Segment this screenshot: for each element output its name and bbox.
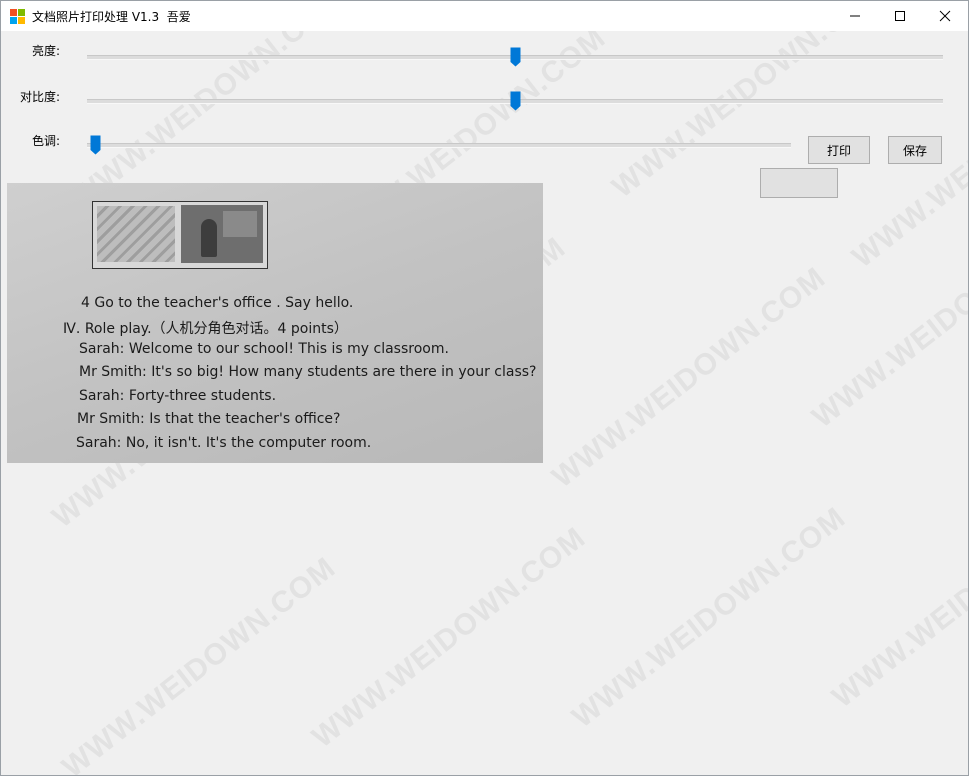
watermark-text: WWW.WEIDOWN.COM — [826, 480, 969, 715]
hue-slider-thumb[interactable] — [90, 135, 101, 155]
document-photo: 4 Go to the teacher's office . Say hello… — [7, 183, 543, 463]
hue-slider-track[interactable] — [87, 143, 791, 148]
photo-text-line: Sarah: Forty-three students. — [79, 388, 277, 404]
minimize-button[interactable] — [832, 1, 878, 31]
brightness-slider-thumb[interactable] — [510, 47, 521, 67]
classroom-illustration — [97, 206, 175, 262]
photo-illustration-frame — [92, 201, 268, 269]
photo-text-line: 4 Go to the teacher's office . Say hello… — [81, 295, 354, 311]
teacher-illustration — [181, 205, 263, 263]
brightness-label: 亮度: — [32, 44, 61, 58]
contrast-slider-thumb[interactable] — [510, 91, 521, 111]
window-title: 文档照片打印处理 V1.3 吾爱 — [32, 10, 191, 24]
watermark-text: WWW.WEIDOWN.COM — [56, 550, 342, 776]
windows-logo-icon — [10, 9, 25, 24]
watermark-text: WWW.WEIDOWN.COM — [306, 520, 592, 755]
minimize-icon — [850, 15, 860, 17]
photo-text-line: Sarah: Welcome to our school! This is my… — [79, 341, 449, 357]
maximize-icon — [895, 11, 905, 21]
save-button[interactable]: 保存 — [888, 136, 942, 164]
watermark-text: WWW.WEIDOWN.COM — [566, 500, 852, 735]
photo-text-line: Mr Smith: Is that the teacher's office? — [77, 411, 341, 427]
close-icon — [939, 10, 951, 22]
title-bar[interactable]: 文档照片打印处理 V1.3 吾爱 — [1, 1, 968, 31]
watermark-text: WWW.WEIDOWN.COM — [546, 260, 832, 495]
hue-label: 色调: — [32, 134, 61, 148]
print-button[interactable]: 打印 — [808, 136, 870, 164]
maximize-button[interactable] — [877, 1, 923, 31]
close-button[interactable] — [922, 1, 968, 31]
app-window: WWW.WEIDOWN.COM WWW.WEIDOWN.COM WWW.WEIDOW… — [0, 0, 969, 776]
photo-text-line: Sarah: No, it isn't. It's the computer r… — [76, 435, 372, 451]
blank-button[interactable] — [760, 168, 838, 198]
watermark-text: WWW.WEIDOWN.COM — [806, 200, 969, 435]
contrast-label: 对比度: — [20, 90, 61, 104]
photo-text-line: Mr Smith: It's so big! How many students… — [79, 364, 537, 380]
photo-text-line: Ⅳ. Role play.（人机分角色对话。4 points） — [63, 321, 348, 337]
